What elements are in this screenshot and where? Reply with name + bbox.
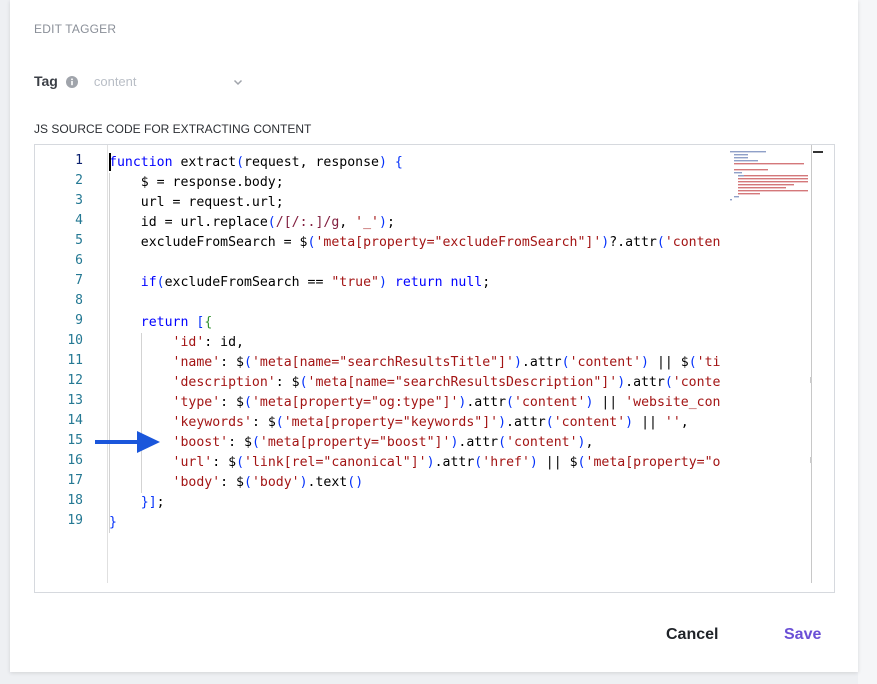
line-number-gutter: 1 2 3 4 5 6 7 8 9 10 11 12 13 14 15 16 1… xyxy=(35,145,107,583)
dialog-title: EDIT TAGGER xyxy=(34,22,117,36)
tag-select-value: content xyxy=(93,73,137,89)
code-editor[interactable]: 1 2 3 4 5 6 7 8 9 10 11 12 13 14 15 16 1… xyxy=(34,144,835,593)
line-number: 4 xyxy=(75,213,83,228)
code-line: }]; xyxy=(140,495,165,510)
line-number: 19 xyxy=(67,513,83,528)
line-number: 8 xyxy=(75,293,83,308)
code-minimap[interactable] xyxy=(722,145,812,583)
info-icon[interactable] xyxy=(65,75,78,88)
edit-tagger-dialog: EDIT TAGGER Tag content JS SOURCE CODE F… xyxy=(10,0,858,672)
code-line: 'body': $('body').text() xyxy=(172,475,364,490)
code-line: 'description': $('meta[name="searchResul… xyxy=(172,375,721,390)
chevron-down-icon xyxy=(232,75,244,87)
line-number: 17 xyxy=(67,473,83,488)
tag-field-row: Tag content xyxy=(34,72,244,90)
code-line: url = request.url; xyxy=(109,195,284,210)
code-line: 'keywords': $('meta[property="keywords"]… xyxy=(172,415,689,430)
text-cursor xyxy=(109,153,111,171)
code-text-area[interactable]: function extract(request, response) { $ … xyxy=(109,145,721,590)
code-line: function extract(request, response) { xyxy=(109,155,403,170)
line-number: 13 xyxy=(67,393,83,408)
line-number: 14 xyxy=(67,413,83,428)
line-number: 2 xyxy=(75,173,83,188)
line-number: 11 xyxy=(67,353,83,368)
minimap-divider xyxy=(811,145,812,583)
line-number: 3 xyxy=(75,193,83,208)
cancel-button[interactable]: Cancel xyxy=(666,626,718,644)
save-button[interactable]: Save xyxy=(784,626,821,644)
code-line: 'boost': $('meta[property="boost"]').att… xyxy=(172,435,594,450)
line-number: 9 xyxy=(75,313,83,328)
line-number: 10 xyxy=(67,333,83,348)
gutter-divider xyxy=(107,145,108,583)
line-number: 6 xyxy=(75,253,83,268)
code-section-label: JS SOURCE CODE FOR EXTRACTING CONTENT xyxy=(34,122,312,136)
overflow-marker xyxy=(810,457,812,463)
code-line: 'id': id, xyxy=(172,335,244,350)
tag-label: Tag xyxy=(34,73,58,89)
code-line: id = url.replace(/[/:.]/g, '_'); xyxy=(109,215,395,230)
page-backdrop xyxy=(858,0,877,684)
code-line: excludeFromSearch = $('meta[property="ex… xyxy=(109,235,721,250)
overflow-marker xyxy=(810,377,812,383)
code-line: } xyxy=(109,515,117,530)
line-number: 12 xyxy=(67,373,83,388)
arrow-right-icon xyxy=(95,431,160,453)
line-number: 7 xyxy=(75,273,83,288)
code-line: 'url': $('link[rel="canonical"]').attr('… xyxy=(172,455,721,470)
code-line: 'name': $('meta[name="searchResultsTitle… xyxy=(172,355,721,370)
line-number: 1 xyxy=(75,153,83,168)
line-number: 18 xyxy=(67,493,83,508)
line-number: 5 xyxy=(75,233,83,248)
code-line: $ = response.body; xyxy=(109,175,284,190)
tag-select[interactable]: content xyxy=(94,74,244,89)
overview-ruler-marker xyxy=(813,151,823,153)
line-number: 15 xyxy=(67,433,83,448)
code-line: return [{ xyxy=(140,315,213,330)
code-line: if(excludeFromSearch == "true") return n… xyxy=(140,275,491,290)
code-line: 'type': $('meta[property="og:type"]').at… xyxy=(172,395,721,410)
line-number: 16 xyxy=(67,453,83,468)
